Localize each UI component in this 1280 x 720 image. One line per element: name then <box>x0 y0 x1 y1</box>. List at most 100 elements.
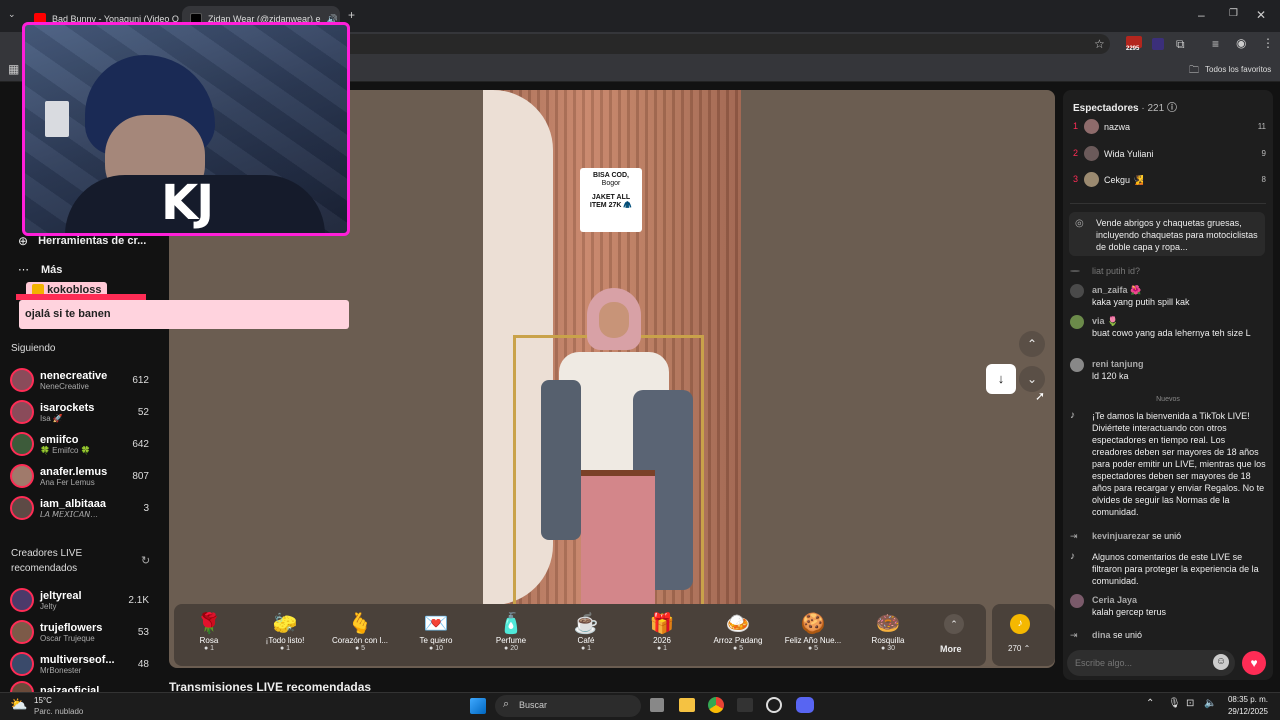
sidebar-follow-emiifco[interactable]: emiifco 🍀 Emiifco 🍀 642 <box>10 429 155 459</box>
recommended-title: Creadores LIVE recomendados <box>11 548 83 574</box>
windows-taskbar: ⛅ 15°C Parc. nublado ⌕ Buscar ⌃ 🎙 ⊡ 🔈 08… <box>0 692 1280 720</box>
sidebar-follow-albitaaa[interactable]: iam_albitaaa 𝘓𝘈 𝘔𝘌𝘟𝘐𝘊𝘈𝘕… 3 <box>10 493 155 523</box>
rec-name: trujeflowers <box>40 621 103 634</box>
tiktok-icon: ♪ <box>1070 551 1075 562</box>
chat-message: Ceria Jaya kalah gercep terus <box>1070 594 1266 618</box>
pinned-text: Vende abrigos y chaquetas gruesas, inclu… <box>1096 218 1258 252</box>
avatar <box>10 496 34 520</box>
obs-icon[interactable] <box>766 697 782 713</box>
close-window-icon[interactable]: ✕ <box>1256 8 1266 22</box>
chat-username[interactable]: reni tanjung <box>1092 358 1266 370</box>
minimize-icon[interactable]: – <box>1198 8 1205 22</box>
download-arrow-icon[interactable]: ↓ <box>986 364 1016 394</box>
cam-logo-text: KJ <box>161 175 214 231</box>
chevron-up-icon[interactable]: ⌃ <box>1146 698 1154 709</box>
viewer-count: 2.1K <box>128 594 149 606</box>
top-viewer-row[interactable]: 2 Wida Yuliani 9 <box>1073 146 1266 162</box>
star-icon[interactable]: ☆ <box>1094 37 1105 51</box>
gift-price: ● 10 <box>429 645 443 652</box>
rice-icon: 🍛 <box>725 613 751 635</box>
more-gifts-button[interactable]: More <box>940 644 962 654</box>
top-viewer-row[interactable]: 3 Cekgu 🧏 8 <box>1073 172 1266 188</box>
viewer-count: 53 <box>137 626 149 638</box>
coins-panel[interactable]: ♪ 270 ⌃ <box>992 604 1055 666</box>
chat-username[interactable]: an_zaifa 🌺 <box>1092 284 1266 296</box>
clock-time[interactable]: 08:35 p. m. <box>1222 695 1268 704</box>
gift-feliz-ano[interactable]: 🍪 Feliz Año Nue... ● 5 <box>778 612 848 652</box>
info-icon[interactable]: ⓘ <box>1167 103 1177 114</box>
gift-corazon[interactable]: 🫰 Corazón con l... ● 5 <box>325 612 395 652</box>
viewer-count: 52 <box>137 406 149 418</box>
profile-icon[interactable]: ◉ <box>1236 36 1246 50</box>
viewer-count: 48 <box>137 658 149 670</box>
gift-arroz-padang[interactable]: 🍛 Arroz Padang ● 5 <box>703 612 773 652</box>
top-viewer-row[interactable]: 1 nazwa 11 <box>1073 119 1266 135</box>
filter-text: Algunos comentarios de este LIVE se filt… <box>1092 552 1259 586</box>
discord-icon[interactable] <box>796 697 814 713</box>
gift-price: ● 1 <box>203 645 215 652</box>
previous-live-button[interactable]: ⌃ <box>1019 331 1045 357</box>
pinned-message[interactable]: ◎ Vende abrigos y chaquetas gruesas, inc… <box>1069 212 1265 256</box>
gift-2026[interactable]: 🎁 2026 ● 1 <box>627 612 697 652</box>
extension-icon-2[interactable] <box>1152 38 1164 50</box>
gift-rosa[interactable]: 🌹 Rosa ● 1 <box>174 612 244 652</box>
sidebar-item-more[interactable]: ⋯ Más <box>18 263 62 277</box>
like-heart-button[interactable]: ♥ <box>1242 651 1266 675</box>
gift-price: ● 1 <box>580 645 592 652</box>
chat-input-box: ☺ <box>1067 650 1235 676</box>
gift-cafe[interactable]: ☕ Café ● 1 <box>551 612 621 652</box>
maximize-icon[interactable]: ❐ <box>1229 8 1238 19</box>
volume-icon[interactable]: 🔈 <box>1204 698 1216 709</box>
puzzle-icon[interactable]: ⧉ <box>1176 37 1185 52</box>
task-view-icon[interactable] <box>650 698 664 712</box>
sign-text: Bogor <box>601 180 621 187</box>
media-icon[interactable]: ≡ <box>1212 37 1219 51</box>
gift-te-quiero[interactable]: 💌 Te quiero ● 10 <box>401 612 471 652</box>
sidebar-follow-isarockets[interactable]: isarockets Isa 🚀 52 <box>10 397 155 427</box>
chat-username[interactable]: via 🌷 <box>1092 315 1266 327</box>
chat-username[interactable]: dina <box>1092 630 1111 640</box>
menu-icon[interactable]: ⋮ <box>1262 36 1274 50</box>
all-bookmarks-label[interactable]: Todos los favoritos <box>1205 65 1271 74</box>
gift-perfume[interactable]: 🧴 Perfume ● 20 <box>476 612 546 652</box>
gift-todo-listo[interactable]: 🧽 ¡Todo listo! ● 1 <box>250 612 320 652</box>
mouse-cursor-icon: ➚ <box>1035 389 1046 403</box>
chat-input[interactable] <box>1075 656 1205 670</box>
sidebar-follow-anafer[interactable]: anafer.lemus Ana Fer Lemus 807 <box>10 461 155 491</box>
microphone-icon[interactable]: 🎙 <box>1168 698 1181 709</box>
follow-name: iam_albitaaa <box>40 497 107 510</box>
live-video[interactable]: BISA COD, Bogor JAKET ALL ITEM 27K 🧥 <box>483 90 741 605</box>
taskbar-search[interactable]: ⌕ Buscar <box>495 695 641 717</box>
face <box>599 302 629 338</box>
terminal-icon[interactable] <box>737 698 753 712</box>
welcome-text: ¡Te damos la bienvenida a TikTok LIVE! D… <box>1092 411 1266 517</box>
sidebar-rec-jeltyreal[interactable]: jeltyreal Jelty 2.1K <box>10 585 155 615</box>
sidebar-follow-nenecreative[interactable]: nenecreative NeneCreative 612 <box>10 365 155 395</box>
gift-price-value: 5 <box>739 645 744 652</box>
follow-name: emiifco <box>40 433 79 446</box>
file-explorer-icon[interactable] <box>679 698 695 712</box>
chrome-icon[interactable] <box>708 697 724 713</box>
gift-name: Te quiero <box>419 636 453 645</box>
gift-name: Café <box>577 636 595 645</box>
network-icon[interactable]: ⊡ <box>1186 698 1194 709</box>
sidebar-rec-trujeflowers[interactable]: trujeflowers Oscar Trujeque 53 <box>10 617 155 647</box>
viewer-count: 807 <box>132 470 149 482</box>
chat-username[interactable]: Ceria Jaya <box>1092 594 1266 606</box>
new-tab-icon[interactable]: + <box>348 8 355 22</box>
more-gifts-chevron-icon[interactable]: ⌃ <box>944 614 964 634</box>
windows-start-icon[interactable] <box>470 698 486 714</box>
url-field[interactable] <box>340 34 1110 54</box>
gift-rosquilla[interactable]: 🍩 Rosquilla ● 30 <box>853 612 923 652</box>
sidebar-rec-multiverse[interactable]: multiverseof... MrBonester 48 <box>10 649 155 679</box>
clock-date[interactable]: 29/12/2025 <box>1222 707 1268 716</box>
sidebar-item-tools[interactable]: ⊕ Herramientas de cr... <box>18 234 146 248</box>
avatar <box>10 620 34 644</box>
coin-balance: 270 ⌃ <box>1008 644 1031 653</box>
chat-username[interactable]: kevinjuarezar <box>1092 531 1150 541</box>
avatar <box>10 464 34 488</box>
refresh-icon[interactable]: ↻ <box>141 554 150 567</box>
tab-search-icon[interactable]: ⌄ <box>8 9 16 20</box>
emoji-icon[interactable]: ☺ <box>1213 654 1229 670</box>
apps-icon[interactable]: ▦ <box>8 62 19 76</box>
